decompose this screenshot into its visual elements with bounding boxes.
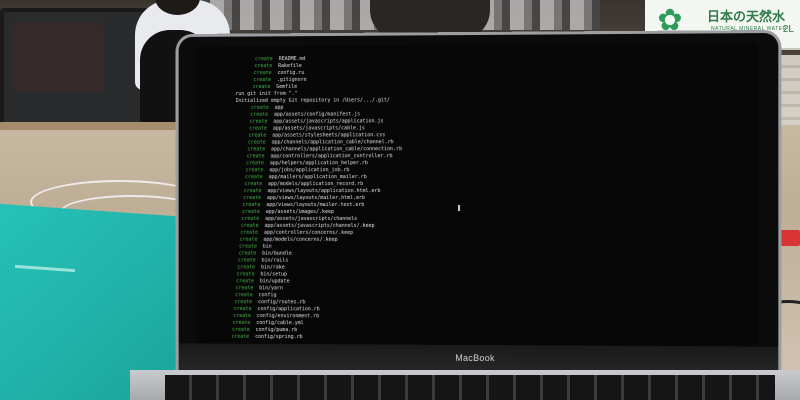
terminal-keyword: create <box>236 285 254 291</box>
terminal-text: app <box>275 105 284 111</box>
terminal-line: create app/views/layouts/mailer.text.erb <box>243 202 365 209</box>
terminal-text: app/views/layouts/mailer.text.erb <box>266 202 364 208</box>
monitor-glow <box>14 22 104 92</box>
terminal-text: bin/update <box>260 278 290 284</box>
photo-scene: ✿ 日本の天然水 NATURAL MINERAL WATER 2L create… <box>0 0 800 400</box>
terminal-text: app/mailers/application_mailer.rb <box>269 174 367 180</box>
sign-corner: 2L <box>783 24 794 35</box>
terminal-keyword: create <box>242 209 260 215</box>
terminal-text: app/assets/javascripts/cable.js <box>273 125 365 131</box>
keyboard[interactable] <box>165 375 775 400</box>
terminal-keyword: create <box>248 140 266 146</box>
terminal-text: config/application.rb <box>257 306 319 312</box>
terminal-text: bin <box>263 244 272 250</box>
terminal-keyword: create <box>241 216 259 222</box>
terminal-keyword: create <box>240 230 258 236</box>
terminal-text: bin/bundle <box>262 251 292 257</box>
terminal-line: create app/assets/images/.keep <box>242 209 334 216</box>
terminal-text: app/views/layouts/application.html.erb <box>267 188 380 194</box>
terminal-keyword: create <box>246 167 264 173</box>
terminal-keyword: create <box>231 334 249 340</box>
terminal-keyword: create <box>246 160 264 166</box>
terminal-text: app/assets/javascripts/channels <box>265 216 357 222</box>
terminal-keyword: create <box>254 70 272 76</box>
terminal-keyword: create <box>237 271 255 277</box>
terminal-keyword: create <box>249 133 267 139</box>
terminal-keyword: create <box>250 112 268 118</box>
terminal-keyword: create <box>244 181 262 187</box>
terminal-text: config/cable.yml <box>256 320 303 326</box>
sign-subtitle: NATURAL MINERAL WATER <box>711 26 787 32</box>
terminal-keyword: create <box>239 251 257 257</box>
terminal-keyword: create <box>247 147 265 153</box>
terminal-text: bin/rails <box>262 258 289 264</box>
terminal-text: app/assets/config/manifest.js <box>274 111 360 117</box>
terminal-text: config/spring.rb <box>255 334 302 340</box>
terminal-keyword: create <box>233 313 251 319</box>
terminal-keyword: create <box>251 105 269 111</box>
terminal-keyword: create <box>255 56 273 62</box>
terminal-text: bin/rake <box>261 265 285 271</box>
terminal-text: app/assets/javascripts/channels/.keep <box>265 223 375 229</box>
terminal-keyword: create <box>238 258 256 264</box>
terminal-keyword: create <box>233 320 251 326</box>
terminal-text: config.ru <box>278 70 305 76</box>
folder-print <box>15 265 75 272</box>
terminal-keyword: create <box>239 244 257 250</box>
terminal-text: app/channels/application_cable/connectio… <box>271 146 402 152</box>
terminal-keyword: create <box>254 63 272 69</box>
terminal-keyword: create <box>234 306 252 312</box>
terminal-keyword: create <box>235 292 253 298</box>
terminal-text: Rakefile <box>278 63 302 69</box>
terminal-keyword: create <box>244 188 262 194</box>
terminal-text: app/helpers/application_helper.rb <box>270 160 368 166</box>
terminal-keyword: create <box>240 237 258 243</box>
terminal-cursor <box>458 205 460 211</box>
terminal-line: create bin <box>239 244 272 251</box>
terminal-keyword: create <box>243 195 261 201</box>
sign-title: 日本の天然水 <box>707 6 785 25</box>
terminal-keyword: create <box>237 264 255 270</box>
terminal-keyword: create <box>241 223 259 229</box>
terminal-text: README.md <box>279 56 306 62</box>
terminal-keyword: create <box>236 278 254 284</box>
terminal-text: app/jobs/application_job.rb <box>269 167 349 173</box>
terminal-text: Gemfile <box>276 84 297 90</box>
terminal-text: app/models/application_record.rb <box>268 181 363 187</box>
terminal-text: bin/setup <box>260 271 287 277</box>
terminal-text: config/puma.rb <box>256 327 297 333</box>
terminal-text: config <box>259 292 277 298</box>
terminal-keyword: create <box>250 119 268 125</box>
terminal-text: app/controllers/application_controller.r… <box>270 153 392 159</box>
terminal-keyword: create <box>232 327 250 333</box>
terminal-text: app/assets/images/.keep <box>266 209 334 215</box>
terminal-keyword: create <box>253 77 271 83</box>
terminal-text: bin/yarn <box>259 285 283 291</box>
terminal-line: Initialized empty Git repository in /Use… <box>235 97 389 105</box>
terminal-line: create app/views/layouts/mailer.html.erb <box>243 195 365 202</box>
terminal-line: create config/spring.rb <box>231 334 302 341</box>
terminal-text: app/assets/javascripts/application.js <box>273 118 383 124</box>
terminal-text: config/routes.rb <box>258 299 305 305</box>
terminal-text: Initialized empty Git repository in /Use… <box>235 97 389 104</box>
terminal-keyword: create <box>249 126 267 132</box>
terminal-text: app/channels/application_cable/channel.r… <box>272 139 394 145</box>
laptop-lid: create README.md create Rakefile create confi… <box>179 33 779 382</box>
terminal-text: run git init from "." <box>235 91 297 97</box>
terminal-text: app/assets/stylesheets/application.css <box>272 132 385 138</box>
terminal-text: app/models/concerns/.keep <box>263 237 337 243</box>
terminal-keyword: create <box>234 299 252 305</box>
terminal-text: .gitignore <box>277 77 307 83</box>
terminal-line: create app/views/layouts/application.html… <box>244 188 381 195</box>
terminal-keyword: create <box>247 153 265 159</box>
terminal-keyword: create <box>243 202 261 208</box>
terminal-text: config/environment.rb <box>257 313 319 319</box>
terminal-text: app/views/layouts/mailer.html.erb <box>267 195 365 201</box>
person-background <box>370 0 490 40</box>
terminal-keyword: create <box>253 84 271 90</box>
terminal-text: app/controllers/concerns/.keep <box>264 230 353 236</box>
terminal-keyword: create <box>245 174 263 180</box>
terminal-screen[interactable]: create README.md create Rakefile create confi… <box>196 43 758 346</box>
